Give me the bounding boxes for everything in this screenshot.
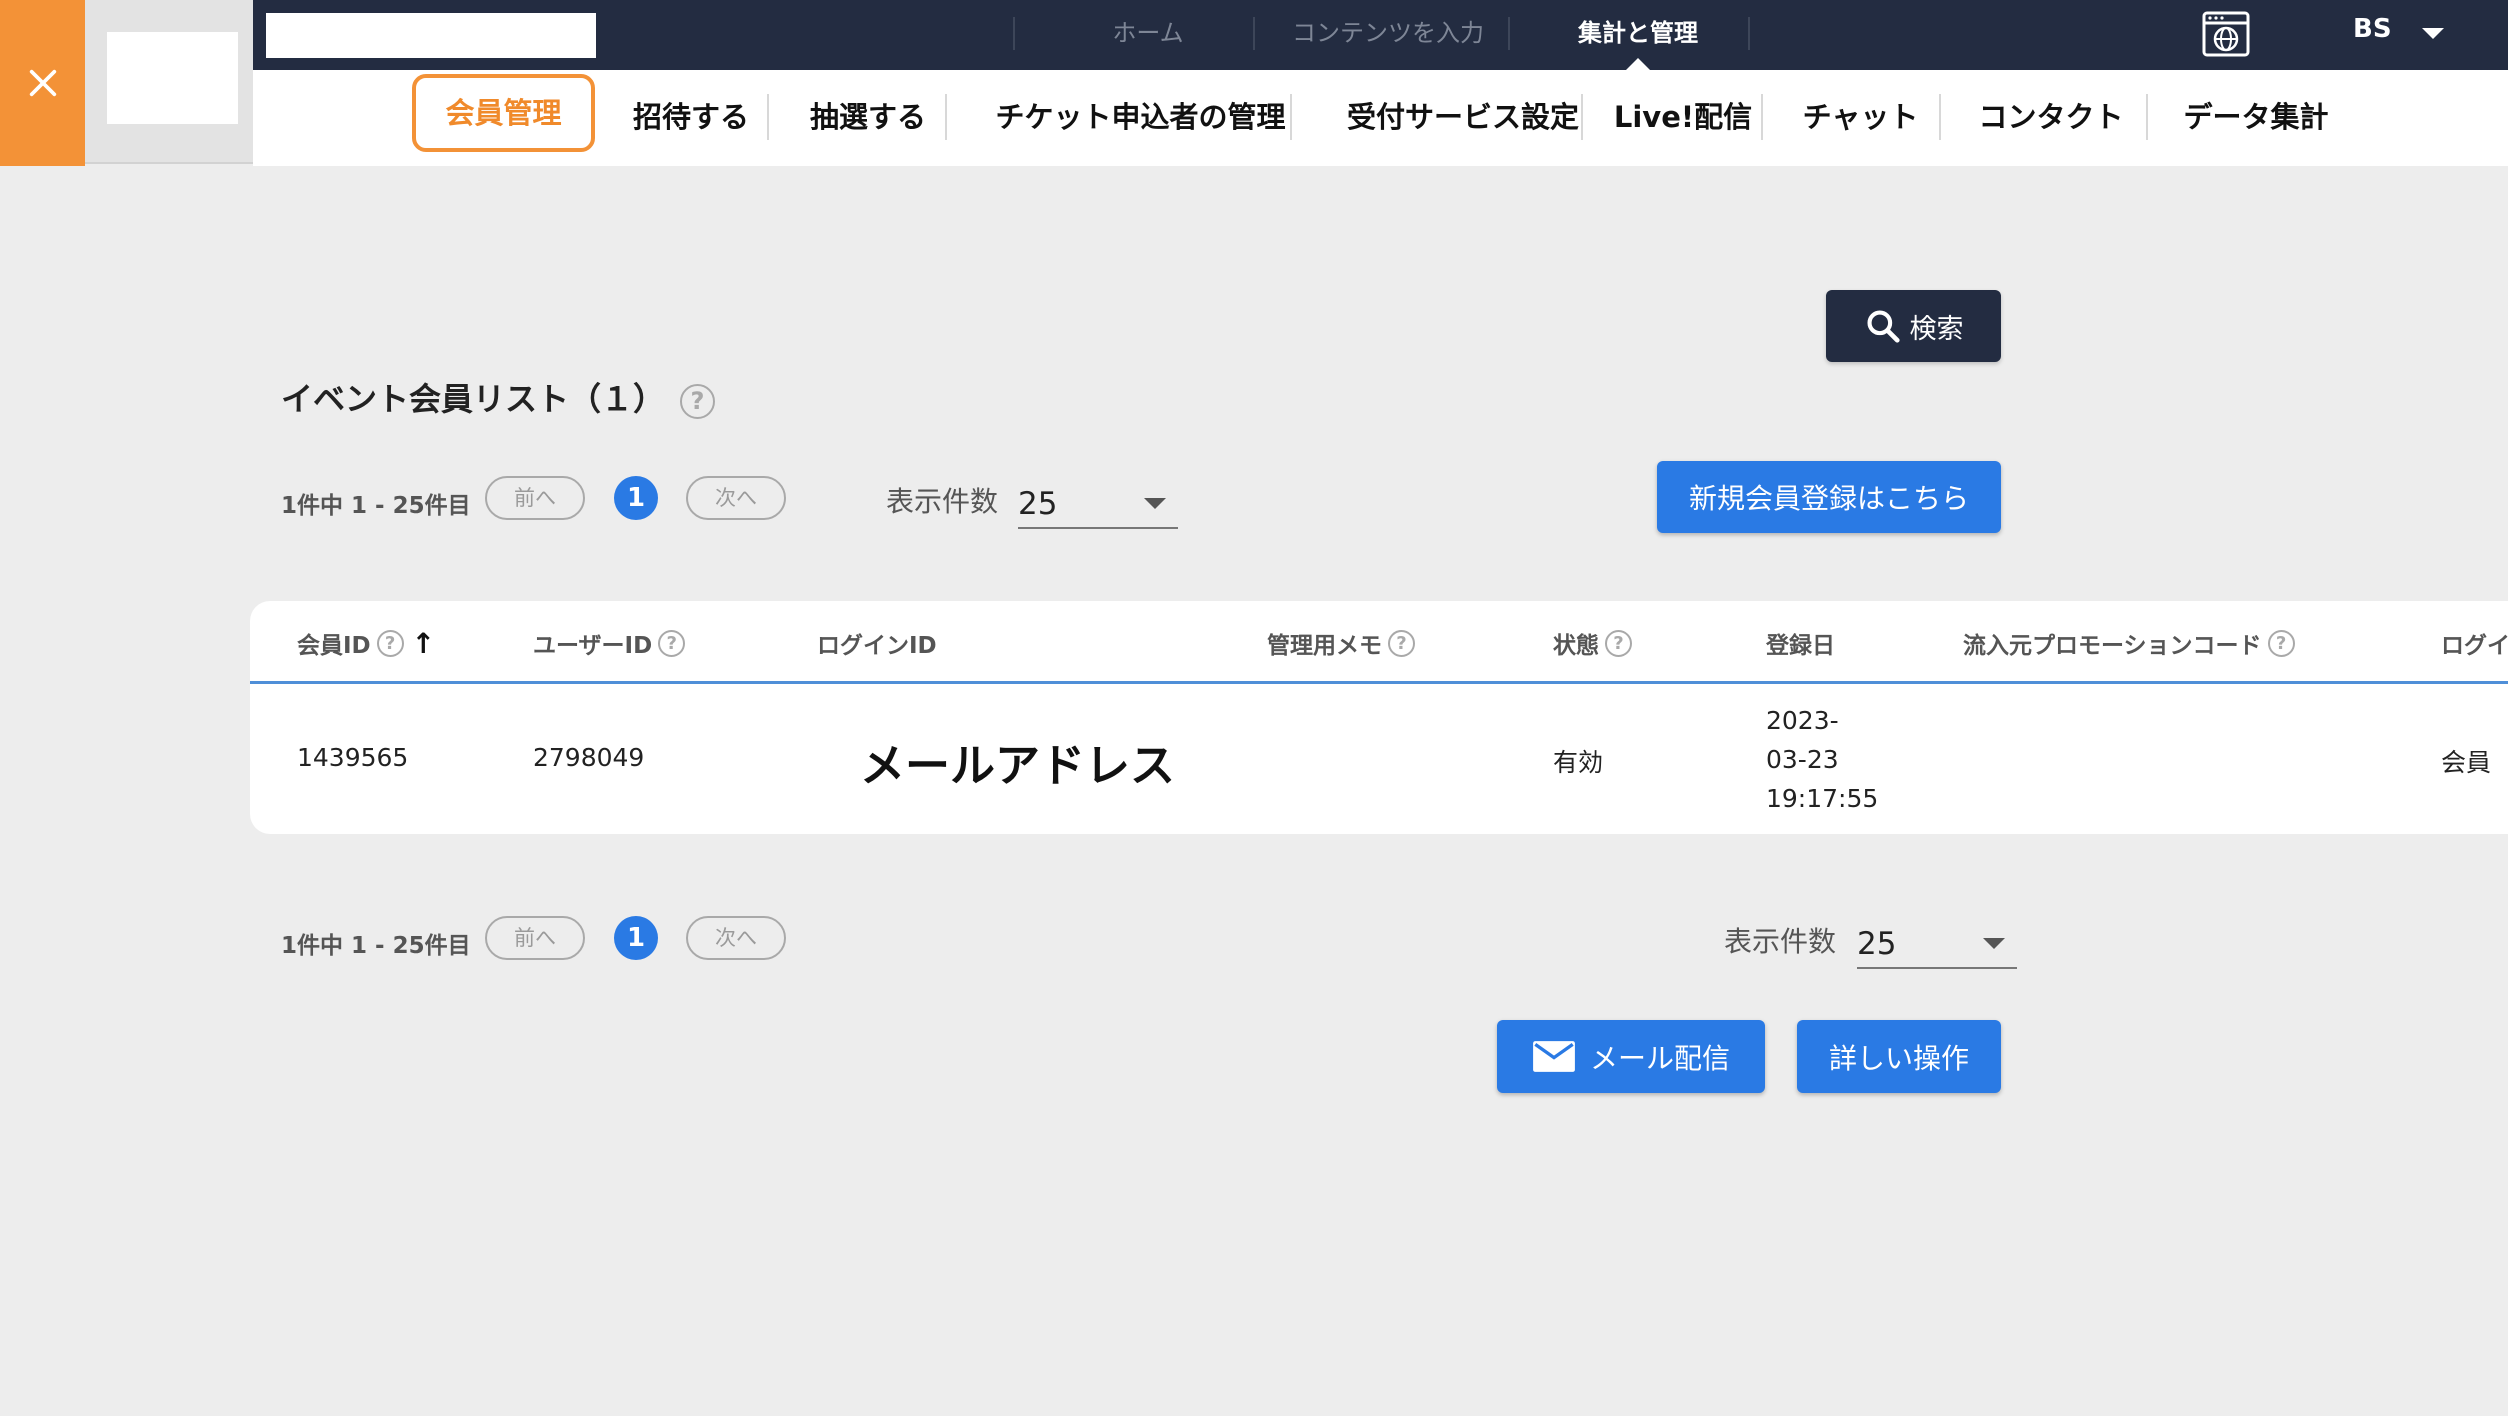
cell-registered-date: 2023- 03-23 19:17:55 [1766, 706, 1879, 813]
column-status[interactable]: 状態 ? [1553, 626, 1632, 660]
help-icon[interactable]: ? [1388, 629, 1415, 657]
mail-icon [1533, 1041, 1575, 1072]
nav-separator [1508, 17, 1510, 50]
tab-separator [1290, 94, 1292, 140]
per-page-select[interactable]: 25 [1857, 914, 2017, 969]
help-icon[interactable]: ? [658, 629, 686, 657]
register-member-button[interactable]: 新規会員登録はこちら [1657, 461, 2001, 533]
table-header: 会員ID ? ↑ ユーザーID ? ログインID 管理用メモ ? 状態 ? 登録… [250, 601, 2508, 684]
page-number-button[interactable]: 1 [614, 916, 658, 960]
tab-separator [2146, 94, 2148, 140]
cell-login-id: メールアドレス [860, 739, 1176, 792]
per-page-bottom: 表示件数 25 [1724, 914, 2024, 974]
member-table: 会員ID ? ↑ ユーザーID ? ログインID 管理用メモ ? 状態 ? 登録… [250, 601, 2508, 834]
column-login-type[interactable]: ログイ [2441, 626, 2508, 660]
per-page-top: 表示件数 25 [886, 474, 1186, 534]
nav-separator [1748, 17, 1750, 50]
sub-nav: 会員管理 招待する 抽選する チケット申込者の管理 受付サービス設定 Live!… [253, 70, 2508, 166]
tab-data-aggregation[interactable]: データ集計 [2161, 88, 2351, 146]
help-icon[interactable]: ? [680, 384, 715, 419]
cell-user-id: 2798049 [533, 743, 645, 772]
detail-operations-button[interactable]: 詳しい操作 [1797, 1020, 2001, 1093]
search-button-label: 検索 [1909, 313, 1964, 345]
page-title: イベント会員リスト（１） [281, 380, 666, 418]
mail-send-label: メール配信 [1589, 1041, 1730, 1075]
mail-send-button[interactable]: メール配信 [1497, 1020, 1765, 1093]
column-login-id[interactable]: ログインID [817, 626, 937, 660]
help-icon[interactable]: ? [1605, 629, 1632, 657]
prev-page-button[interactable]: 前へ [485, 916, 585, 960]
per-page-value: 25 [1018, 486, 1058, 522]
prev-page-button[interactable]: 前へ [485, 476, 585, 520]
topnav-content-input[interactable]: コンテンツを入力 [1263, 0, 1513, 70]
nav-separator [1253, 17, 1255, 50]
close-panel-button[interactable] [0, 0, 85, 166]
result-count: 1件中 1 - 25件目 [281, 933, 471, 959]
dropdown-arrow-icon [1144, 498, 1166, 509]
register-member-label: 新規会員登録はこちら [1688, 482, 1969, 515]
user-menu-caret-icon[interactable] [2422, 28, 2444, 39]
tab-ticket-applicants[interactable]: チケット申込者の管理 [963, 88, 1318, 146]
tab-separator [945, 94, 947, 140]
help-icon[interactable]: ? [2267, 629, 2295, 657]
tab-separator [767, 94, 769, 140]
column-admin-memo[interactable]: 管理用メモ ? [1267, 626, 1415, 660]
close-icon [29, 69, 56, 97]
help-icon[interactable]: ? [376, 629, 404, 657]
dropdown-arrow-icon [1983, 938, 2005, 949]
tab-separator [1581, 94, 1583, 140]
topnav-home[interactable]: ホーム [1023, 0, 1273, 70]
next-page-button[interactable]: 次へ [686, 916, 786, 960]
tab-lottery[interactable]: 抽選する [783, 88, 953, 146]
page-number-button[interactable]: 1 [614, 476, 658, 520]
search-button[interactable]: 検索 [1826, 290, 2001, 362]
language-button[interactable] [2201, 10, 2251, 58]
tab-separator [1939, 94, 1941, 140]
column-registered-date[interactable]: 登録日 [1766, 626, 1835, 660]
event-title-box [266, 13, 596, 58]
detail-operations-label: 詳しい操作 [1828, 1041, 1969, 1075]
pagination-bottom: 1件中 1 - 25件目 前へ 1 次へ [281, 916, 801, 960]
column-member-id[interactable]: 会員ID ? ↑ [297, 626, 435, 660]
per-page-select[interactable]: 25 [1018, 474, 1178, 529]
tab-contact[interactable]: コンタクト [1956, 88, 2146, 146]
nav-separator [1013, 17, 1015, 50]
cell-status: 有効 [1553, 748, 1604, 777]
top-bar: ホーム コンテンツを入力 集計と管理 BS [253, 0, 2508, 70]
user-menu-label[interactable]: BS [2353, 14, 2392, 44]
per-page-value: 25 [1857, 926, 1897, 962]
logo-area [85, 0, 253, 164]
tab-live-streaming[interactable]: Live!配信 [1598, 88, 1768, 146]
cell-member-id: 1439565 [297, 743, 409, 772]
pagination-top: 1件中 1 - 25件目 前へ 1 次へ [281, 476, 801, 520]
tab-member-management[interactable]: 会員管理 [412, 74, 595, 152]
tab-reception-settings[interactable]: 受付サービス設定 [1313, 88, 1613, 146]
globe-browser-icon [2202, 11, 2250, 57]
next-page-button[interactable]: 次へ [686, 476, 786, 520]
cell-login-type: 会員 [2441, 748, 2492, 777]
tab-separator [1761, 94, 1763, 140]
result-count: 1件中 1 - 25件目 [281, 493, 471, 519]
per-page-label: 表示件数 [1724, 925, 1837, 958]
per-page-label: 表示件数 [886, 485, 999, 518]
tab-chat[interactable]: チャット [1778, 88, 1943, 146]
tab-invite[interactable]: 招待する [615, 88, 767, 146]
column-promotion-code[interactable]: 流入元プロモーションコード ? [1963, 626, 2295, 660]
logo [107, 32, 238, 124]
column-user-id[interactable]: ユーザーID ? [533, 626, 686, 660]
search-icon [1866, 310, 1900, 343]
active-caret [1626, 58, 1650, 70]
sort-ascending-icon[interactable]: ↑ [412, 627, 435, 660]
